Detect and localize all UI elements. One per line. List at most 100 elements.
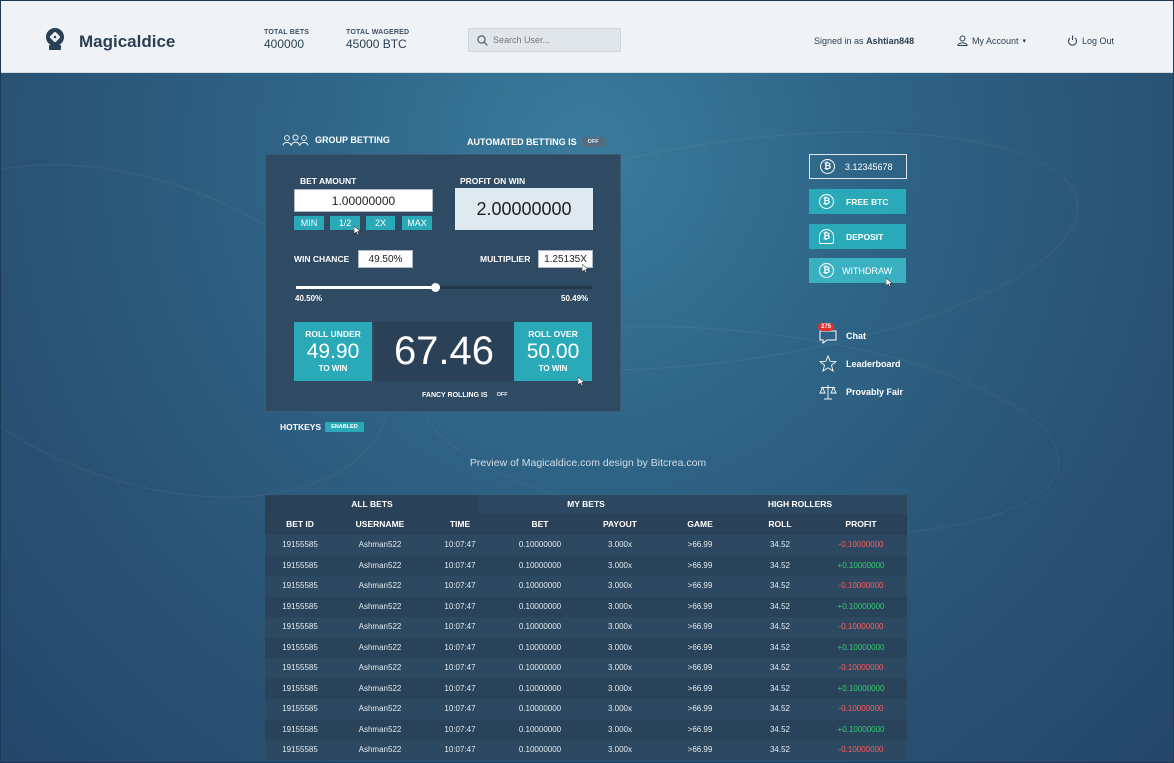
table-cell: 34.52 [769, 724, 791, 734]
table-cell: 3.000x [607, 642, 633, 652]
table-cell: 10:07:47 [444, 642, 476, 652]
table-cell: >66.99 [687, 560, 713, 570]
table-cell: Ashman522 [358, 683, 402, 693]
my-account-label: My Account [972, 35, 1019, 46]
table-cell: >66.99 [687, 724, 713, 734]
automated-betting-toggle[interactable]: AUTOMATED BETTING IS OFF [467, 137, 605, 147]
slider-max-label: 50.49% [561, 294, 589, 303]
table-row[interactable]: 19155585 Ashman522 10:07:47 0.10000000 3.000… [265, 535, 907, 556]
page-background: Magicaldice TOTAL BETS 400000 TOTAL WAGE… [0, 0, 1174, 763]
table-cell: 0.10000000 [518, 642, 562, 652]
table-cell: -0.10000000 [838, 704, 884, 713]
tab-high-rollers[interactable]: HIGH ROLLERS [693, 495, 907, 514]
leaderboard-link[interactable]: Leaderboard [819, 355, 901, 372]
table-cell: 34.52 [769, 663, 791, 672]
table-cell: >66.99 [687, 663, 713, 672]
table-cell: +0.10000000 [837, 601, 885, 611]
table-cell: 34.52 [769, 745, 791, 754]
table-body: 19155585 Ashman522 10:07:47 0.10000000 3.000… [265, 535, 907, 760]
table-row[interactable]: 19155585 Ashman522 10:07:47 0.10000000 3.000… [265, 699, 907, 720]
tab-all-bets[interactable]: ALL BETS [265, 495, 479, 514]
fancy-rolling-toggle[interactable]: FANCY ROLLING IS OFF [422, 390, 514, 400]
column-header: ROLL [768, 519, 792, 529]
balance-value: 3.12345678 [845, 161, 893, 172]
search-icon [477, 35, 488, 46]
fancy-rolling-state[interactable]: OFF [491, 390, 514, 400]
search-box[interactable] [468, 28, 621, 52]
group-betting-label: GROUP BETTING [315, 135, 390, 145]
max-button[interactable]: MAX [402, 216, 432, 230]
win-chance-slider[interactable] [296, 283, 592, 292]
table-cell: >66.99 [687, 581, 713, 590]
deposit-button[interactable]: ₿ DEPOSIT [809, 224, 906, 249]
table-cell: >66.99 [687, 683, 713, 693]
table-cell: 34.52 [769, 560, 791, 570]
table-cell: 0.10000000 [518, 540, 562, 549]
table-cell: >66.99 [687, 622, 713, 631]
table-cell: 3.000x [607, 540, 633, 549]
bet-amount-input[interactable] [294, 189, 433, 212]
table-cell: 10:07:47 [444, 622, 476, 631]
win-chance-input[interactable] [358, 250, 413, 268]
table-cell: 0.10000000 [518, 704, 562, 713]
column-header: USERNAME [355, 519, 405, 529]
table-cell: 10:07:47 [444, 601, 476, 611]
table-row[interactable]: 19155585 Ashman522 10:07:47 0.10000000 3.000… [265, 719, 907, 740]
table-cell: -0.10000000 [838, 622, 884, 631]
hotkeys-toggle[interactable]: HOTKEYS ENABLED [280, 422, 364, 432]
search-input[interactable] [493, 32, 613, 48]
group-betting-toggle[interactable]: GROUP BETTING [282, 134, 390, 146]
signed-in-text: Signed in as Ashtian848 [814, 36, 914, 46]
table-row[interactable]: 19155585 Ashman522 10:07:47 0.10000000 3.000… [265, 555, 907, 576]
table-cell: 3.000x [607, 663, 633, 672]
automated-betting-state[interactable]: OFF [581, 137, 605, 147]
table-row[interactable]: 19155585 Ashman522 10:07:47 0.10000000 3.000… [265, 637, 907, 658]
table-row[interactable]: 19155585 Ashman522 10:07:47 0.10000000 3.000… [265, 596, 907, 617]
brand-name[interactable]: Magicaldice [79, 32, 175, 52]
preview-credit-note: Preview of Magicaldice.com design by Bit… [469, 457, 707, 469]
table-cell: 0.10000000 [518, 622, 562, 631]
table-cell: 3.000x [607, 724, 633, 734]
table-cell: 10:07:47 [444, 745, 476, 754]
roll-under-title: ROLL UNDER [305, 329, 361, 339]
table-cell: -0.10000000 [838, 745, 884, 754]
table-cell: 3.000x [607, 560, 633, 570]
roll-over-value: 50.00 [526, 340, 580, 363]
table-cell: 34.52 [769, 540, 791, 549]
my-account-menu[interactable]: My Account ▾ [957, 35, 1026, 46]
table-row[interactable]: 19155585 Ashman522 10:07:47 0.10000000 3.000… [265, 576, 907, 597]
tab-my-bets[interactable]: MY BETS [479, 495, 693, 514]
logout-button[interactable]: Log Out [1067, 35, 1114, 46]
table-cell: Ashman522 [358, 560, 402, 570]
table-cell: 10:07:47 [444, 540, 476, 549]
table-row[interactable]: 19155585 Ashman522 10:07:47 0.10000000 3.000… [265, 740, 907, 760]
column-header: BET ID [286, 519, 314, 529]
table-cell: 0.10000000 [518, 581, 562, 590]
deposit-label: DEPOSIT [846, 231, 884, 242]
table-row[interactable]: 19155585 Ashman522 10:07:47 0.10000000 3.000… [265, 678, 907, 699]
table-cell: 19155585 [282, 560, 318, 570]
fancy-rolling-label: FANCY ROLLING IS [422, 391, 488, 399]
table-cell: 0.10000000 [518, 601, 562, 611]
roll-over-button[interactable]: ROLL OVER 50.00 TO WIN [514, 322, 592, 381]
min-button[interactable]: MIN [294, 216, 324, 230]
slider-handle[interactable] [431, 283, 441, 292]
free-btc-label: FREE BTC [846, 196, 889, 207]
table-cell: 10:07:47 [444, 663, 476, 672]
signed-in-prefix: Signed in as [814, 36, 864, 46]
table-row[interactable]: 19155585 Ashman522 10:07:47 0.10000000 3.000… [265, 617, 907, 638]
table-cell: 34.52 [769, 642, 791, 652]
table-cell: 19155585 [282, 724, 318, 734]
roll-under-button[interactable]: ROLL UNDER 49.90 TO WIN [294, 322, 372, 381]
table-cell: 0.10000000 [518, 683, 562, 693]
chat-link[interactable]: 275 Chat [818, 323, 866, 344]
table-cell: 3.000x [607, 622, 633, 631]
double-button[interactable]: 2X [366, 216, 395, 230]
hotkeys-state[interactable]: ENABLED [325, 422, 364, 432]
cursor-pointer-icon [886, 278, 893, 287]
table-cell: Ashman522 [358, 704, 402, 713]
table-row[interactable]: 19155585 Ashman522 10:07:47 0.10000000 3.000… [265, 658, 907, 679]
table-cell: Ashman522 [358, 642, 402, 652]
free-btc-button[interactable]: ₿ FREE BTC [809, 189, 906, 214]
provably-fair-link[interactable]: Provably Fair [819, 384, 903, 400]
